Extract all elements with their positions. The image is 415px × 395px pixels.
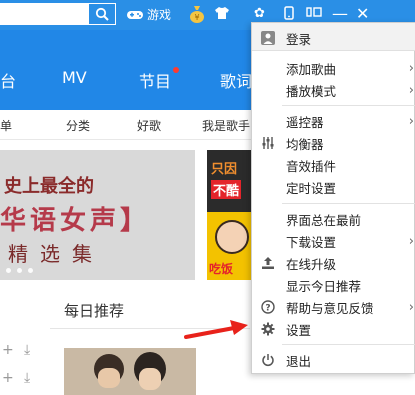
nav-item-programs[interactable]: 节目 xyxy=(139,68,171,92)
help-icon: ? xyxy=(260,299,276,315)
menu-item-equalizer[interactable]: 均衡器 xyxy=(252,132,415,154)
menu-item-download-settings[interactable]: 下载设置 › xyxy=(252,230,415,252)
svg-text:¥: ¥ xyxy=(194,13,199,22)
sub-item-good-songs[interactable]: 好歌 xyxy=(137,117,161,134)
menu-item-exit[interactable]: 退出 xyxy=(252,349,415,371)
menu-label: 在线升级 xyxy=(286,256,337,272)
submenu-arrow-icon: › xyxy=(408,113,414,129)
menu-label: 下载设置 xyxy=(286,234,337,250)
equalizer-icon xyxy=(260,135,276,151)
promo-text2: 不酷 xyxy=(211,180,242,199)
gamepad-icon xyxy=(127,10,143,19)
minimize-icon: — xyxy=(332,4,348,23)
upgrade-icon xyxy=(260,255,276,271)
menu-label: 登录 xyxy=(286,31,312,47)
menu-separator xyxy=(282,105,415,106)
notification-dot xyxy=(173,67,179,73)
sub-item-playlists[interactable]: 歌单 xyxy=(0,117,12,134)
mini-mode-icon xyxy=(306,7,322,17)
menu-label: 显示今日推荐 xyxy=(286,278,362,294)
banner-line2: 华语女声】 xyxy=(0,206,151,236)
moneybag-icon: ¥ xyxy=(190,6,204,23)
menu-label: 播放模式 xyxy=(286,83,337,99)
game-button[interactable]: 游戏 xyxy=(126,6,171,23)
banner-line3: 精选集 xyxy=(8,242,104,266)
annotation-arrow-icon xyxy=(184,320,248,339)
phone-icon xyxy=(284,6,294,20)
menu-item-play-mode[interactable]: 播放模式 › xyxy=(252,79,415,101)
user-icon xyxy=(260,30,276,46)
menu-separator xyxy=(282,203,415,204)
menu-label: 界面总在最前 xyxy=(286,212,362,228)
skin-button[interactable] xyxy=(214,6,230,20)
promo-text3: 吃饭 xyxy=(209,262,234,276)
nav-item-mv[interactable]: MV xyxy=(62,68,87,87)
moneybag-button[interactable]: ¥ xyxy=(188,4,206,24)
game-label: 游戏 xyxy=(147,8,172,22)
menu-label: 音效插件 xyxy=(286,158,337,174)
daily-recommend-image[interactable] xyxy=(64,348,196,395)
add-icon[interactable]: + xyxy=(2,342,14,358)
banner-line1: 史上最全的 xyxy=(4,176,94,197)
menu-item-help-feedback[interactable]: ? 帮助与意见反馈 › xyxy=(252,296,415,318)
minimize-button[interactable]: — xyxy=(332,4,348,23)
sub-item-categories[interactable]: 分类 xyxy=(66,117,90,134)
main-menu: 登录 添加歌曲 › 播放模式 › 遥控器 › 均衡器 音效插件 定时设置 界面总… xyxy=(251,22,415,374)
sub-item-singer[interactable]: 我是歌手 xyxy=(202,117,250,134)
promo-character xyxy=(215,220,249,254)
download-icon[interactable]: ⤓ xyxy=(24,370,30,386)
menu-label: 添加歌曲 xyxy=(286,61,337,77)
close-icon: ✕ xyxy=(356,4,370,23)
tshirt-icon xyxy=(215,7,229,19)
menu-label: 设置 xyxy=(286,322,312,338)
promo-text1: 只因 xyxy=(211,162,238,177)
menu-item-online-upgrade[interactable]: 在线升级 xyxy=(252,252,415,274)
settings-top-button[interactable]: ✿ xyxy=(254,6,265,22)
submenu-arrow-icon: › xyxy=(408,82,414,98)
close-button[interactable]: ✕ xyxy=(356,4,369,23)
download-icon[interactable]: ⤓ xyxy=(24,342,30,358)
submenu-arrow-icon: › xyxy=(408,233,414,249)
menu-item-sound-plugins[interactable]: 音效插件 xyxy=(252,154,415,176)
daily-recommend-title: 每日推荐 xyxy=(64,302,125,320)
menu-label: 定时设置 xyxy=(286,180,337,196)
mini-mode-button[interactable] xyxy=(306,6,322,18)
menu-item-login[interactable]: 登录 xyxy=(252,27,415,49)
nav-item-radio[interactable]: 台 xyxy=(0,68,16,92)
menu-label: 退出 xyxy=(286,353,312,369)
banner-pager[interactable] xyxy=(6,268,33,273)
promo-banner[interactable]: 只因 不酷 吃饭 xyxy=(207,150,253,280)
menu-item-remote[interactable]: 遥控器 › xyxy=(252,110,415,132)
svg-text:?: ? xyxy=(265,304,270,314)
menu-separator xyxy=(282,344,415,345)
submenu-arrow-icon: › xyxy=(408,299,414,315)
menu-item-settings[interactable]: 设置 xyxy=(252,318,415,340)
add-icon[interactable]: + xyxy=(2,370,14,386)
submenu-arrow-icon: › xyxy=(408,60,414,76)
power-icon xyxy=(260,352,276,368)
gear-icon: ✿ xyxy=(254,6,265,21)
menu-label: 均衡器 xyxy=(286,136,324,152)
menu-label: 帮助与意见反馈 xyxy=(286,300,374,316)
mobile-button[interactable] xyxy=(284,6,294,20)
menu-item-always-on-top[interactable]: 界面总在最前 xyxy=(252,208,415,230)
nav-item-lyrics[interactable]: 歌词 xyxy=(220,68,252,92)
search-icon xyxy=(95,7,109,21)
gear-icon xyxy=(260,321,276,337)
search-button[interactable] xyxy=(88,3,116,25)
menu-item-show-today-recommend[interactable]: 显示今日推荐 xyxy=(252,274,415,296)
menu-label: 遥控器 xyxy=(286,114,324,130)
featured-banner[interactable]: 史上最全的 华语女声】 精选集 xyxy=(0,150,195,280)
search-input[interactable] xyxy=(0,3,116,25)
menu-item-timer[interactable]: 定时设置 xyxy=(252,176,415,198)
menu-item-add-songs[interactable]: 添加歌曲 › xyxy=(252,57,415,79)
